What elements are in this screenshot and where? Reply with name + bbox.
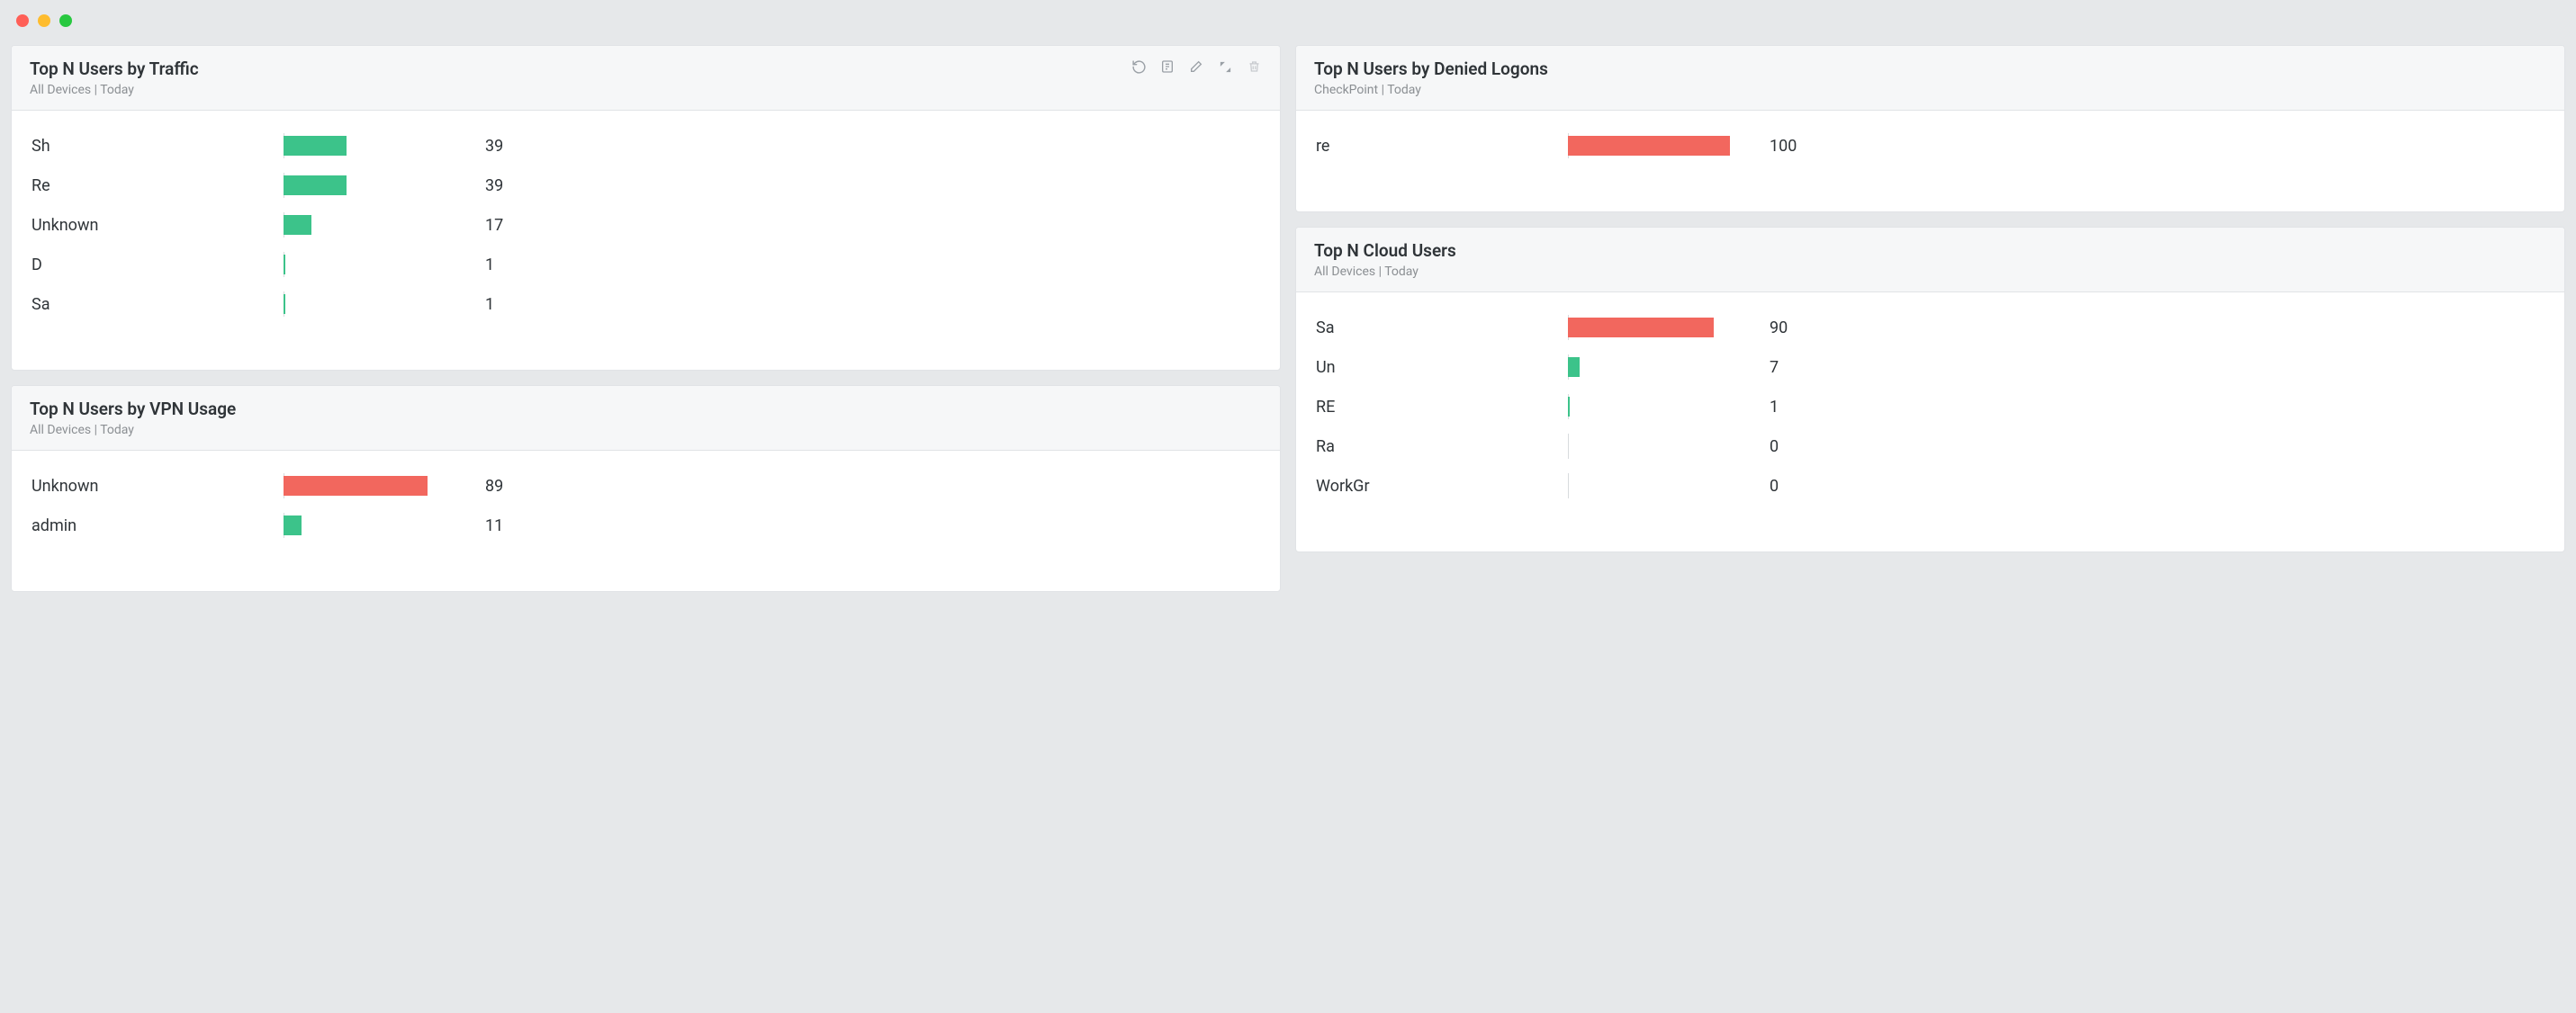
bar-fill[interactable] — [1568, 357, 1580, 377]
bar-row: Un 7 — [1316, 357, 2544, 377]
axis-tick — [1568, 473, 1569, 498]
window-fullscreen-icon[interactable] — [59, 14, 72, 27]
panel-subtitle: All Devices | Today — [1314, 264, 1456, 279]
panel-body: Sh39Re39Unknown17D1Sa1 — [12, 111, 1280, 370]
app-window: Top N Users by Traffic All Devices | Tod… — [0, 0, 2576, 1013]
bar-label: RE — [1316, 398, 1568, 417]
bar-value: 7 — [1770, 358, 1779, 377]
bar-row: Unknown 17 — [32, 215, 1260, 235]
bar-track — [284, 476, 464, 496]
bar-value: 11 — [485, 516, 503, 535]
column-left: Top N Users by Traffic All Devices | Tod… — [11, 45, 1281, 592]
bar-label: WorkGr — [1316, 477, 1568, 496]
bar-value: 0 — [1770, 477, 1779, 496]
bar-label: D — [32, 255, 284, 274]
bar-label: Sa — [32, 295, 284, 314]
panel-header: Top N Cloud Users All Devices | Today — [1296, 228, 2564, 292]
bar-value: 89 — [485, 477, 503, 496]
window-close-icon[interactable] — [16, 14, 29, 27]
bar-row: Unknown 89 — [32, 476, 1260, 496]
bar-track — [284, 515, 464, 535]
bar-row: D1 — [32, 255, 1260, 274]
panel-body: Unknown 89 admin 11 — [12, 451, 1280, 591]
bar-value: 17 — [485, 216, 503, 235]
panel-toolbar — [1130, 58, 1262, 75]
bar-track — [284, 294, 464, 314]
panel-header: Top N Users by Denied Logons CheckPoint … — [1296, 46, 2564, 111]
bar-fill[interactable] — [284, 294, 285, 314]
bar-row: Sa 1 — [32, 294, 1260, 314]
bar-label: Ra — [1316, 437, 1568, 456]
bar-value: 1 — [485, 295, 494, 314]
bar-value: 1 — [1770, 398, 1779, 417]
bar-row: Sh 39 — [32, 136, 1260, 156]
delete-icon[interactable] — [1246, 58, 1262, 75]
bar-track — [1568, 357, 1748, 377]
bar-row: RE 1 — [1316, 397, 2544, 417]
bar-fill[interactable] — [1568, 136, 1730, 156]
bar-fill[interactable] — [284, 476, 428, 496]
bar-value: 100 — [1770, 137, 1797, 156]
bar-track — [1568, 136, 1748, 156]
window-minimize-icon[interactable] — [38, 14, 50, 27]
expand-icon[interactable] — [1217, 58, 1233, 75]
panel-subtitle: CheckPoint | Today — [1314, 83, 1548, 97]
bar-row: admin 11 — [32, 515, 1260, 535]
bar-fill[interactable] — [1568, 397, 1570, 417]
refresh-icon[interactable] — [1130, 58, 1147, 75]
panel-header: Top N Users by VPN Usage All Devices | T… — [12, 386, 1280, 451]
bar-value: 39 — [485, 137, 503, 156]
dashboard-grid: Top N Users by Traffic All Devices | Tod… — [0, 41, 2576, 603]
bar-label: Unknown — [32, 477, 284, 496]
column-right: Top N Users by Denied Logons CheckPoint … — [1295, 45, 2565, 592]
bar-track — [1568, 397, 1748, 417]
bar-label: Sh — [32, 137, 284, 156]
bar-row: Re 39 — [32, 175, 1260, 195]
bar-value: 39 — [485, 176, 503, 195]
panel-title: Top N Cloud Users — [1314, 240, 1456, 261]
bar-track — [284, 175, 464, 195]
bar-track — [284, 215, 464, 235]
bar-row: WorkGr 0 — [1316, 476, 2544, 496]
bar-fill[interactable] — [284, 215, 311, 235]
bar-fill[interactable] — [284, 175, 347, 195]
panel-body: re 100 — [1296, 111, 2564, 211]
panel-denied: Top N Users by Denied Logons CheckPoint … — [1295, 45, 2565, 212]
bar-label: Sa — [1316, 318, 1568, 337]
bar-track — [284, 255, 464, 274]
titlebar — [0, 0, 2576, 41]
panel-vpn: Top N Users by VPN Usage All Devices | T… — [11, 385, 1281, 592]
bar-row: re 100 — [1316, 136, 2544, 156]
bar-fill[interactable] — [284, 515, 302, 535]
bar-label: re — [1316, 137, 1568, 156]
export-icon[interactable] — [1159, 58, 1175, 75]
bar-label: Unknown — [32, 216, 284, 235]
bar-value: 1 — [485, 255, 494, 274]
bar-fill[interactable] — [1568, 318, 1714, 337]
panel-title: Top N Users by Traffic — [30, 58, 199, 79]
panel-body: Sa 90 Un 7 RE 1 Ra 0 WorkGr 0 — [1296, 292, 2564, 551]
bar-value: 90 — [1770, 318, 1788, 337]
edit-icon[interactable] — [1188, 58, 1204, 75]
bar-label: Un — [1316, 358, 1568, 377]
bar-value: 0 — [1770, 437, 1779, 456]
bar-track — [1568, 436, 1748, 456]
bar-track — [1568, 476, 1748, 496]
bar-row: Ra 0 — [1316, 436, 2544, 456]
bar-track — [284, 136, 464, 156]
panel-subtitle: All Devices | Today — [30, 83, 199, 97]
bar-track — [1568, 318, 1748, 337]
bar-label: admin — [32, 516, 284, 535]
bar-row: Sa 90 — [1316, 318, 2544, 337]
panel-title: Top N Users by VPN Usage — [30, 399, 236, 419]
panel-header: Top N Users by Traffic All Devices | Tod… — [12, 46, 1280, 111]
bar-fill[interactable] — [284, 255, 285, 274]
panel-title: Top N Users by Denied Logons — [1314, 58, 1548, 79]
bar-label: Re — [32, 176, 284, 195]
panel-traffic: Top N Users by Traffic All Devices | Tod… — [11, 45, 1281, 371]
panel-cloud: Top N Cloud Users All Devices | Today Sa… — [1295, 227, 2565, 552]
bar-fill[interactable] — [284, 136, 347, 156]
panel-subtitle: All Devices | Today — [30, 423, 236, 437]
axis-tick — [1568, 434, 1569, 459]
